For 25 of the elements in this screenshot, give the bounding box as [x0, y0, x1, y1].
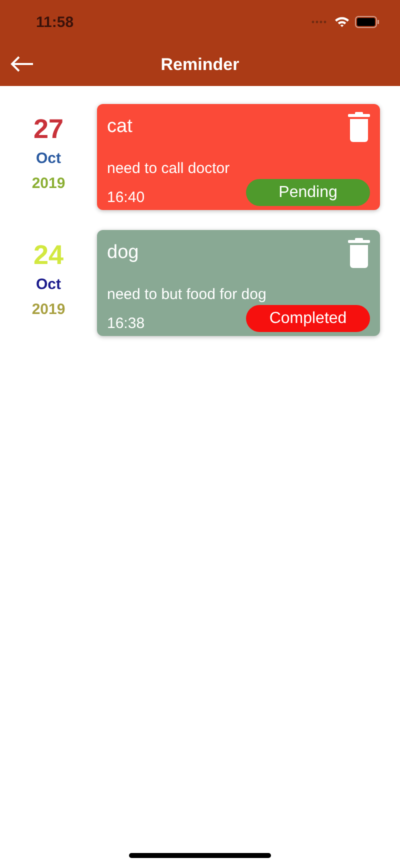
- date-year: 2019: [32, 174, 66, 194]
- page-title: Reminder: [160, 55, 240, 75]
- signal-icon: [311, 20, 329, 24]
- reminder-note: need to but food for dog: [107, 286, 268, 303]
- date-month: Oct: [36, 275, 61, 295]
- reminder-title: dog: [107, 242, 139, 264]
- reminder-card[interactable]: dog need to but food for dog 16:38 Completed: [97, 230, 380, 336]
- reminder-card[interactable]: cat need to call doctor 16:40 Pending: [97, 104, 380, 210]
- reminder-time: 16:40: [107, 189, 145, 206]
- status-badge: Completed: [246, 305, 370, 332]
- reminder-title: cat: [107, 116, 132, 138]
- trash-icon[interactable]: [348, 112, 370, 142]
- wifi-icon: [334, 16, 350, 28]
- date-day: 27: [33, 114, 64, 144]
- reminder-time: 16:38: [107, 315, 145, 332]
- date-month: Oct: [36, 149, 61, 169]
- trash-icon[interactable]: [348, 238, 370, 268]
- date-year: 2019: [32, 300, 66, 320]
- back-arrow-icon: [10, 56, 34, 72]
- reminder-note: need to call doctor: [107, 160, 231, 177]
- date-day: 24: [33, 240, 64, 270]
- back-button[interactable]: [10, 56, 34, 72]
- status-time: 11:58: [36, 14, 74, 30]
- status-badge: Pending: [246, 179, 370, 206]
- battery-icon: [355, 16, 380, 28]
